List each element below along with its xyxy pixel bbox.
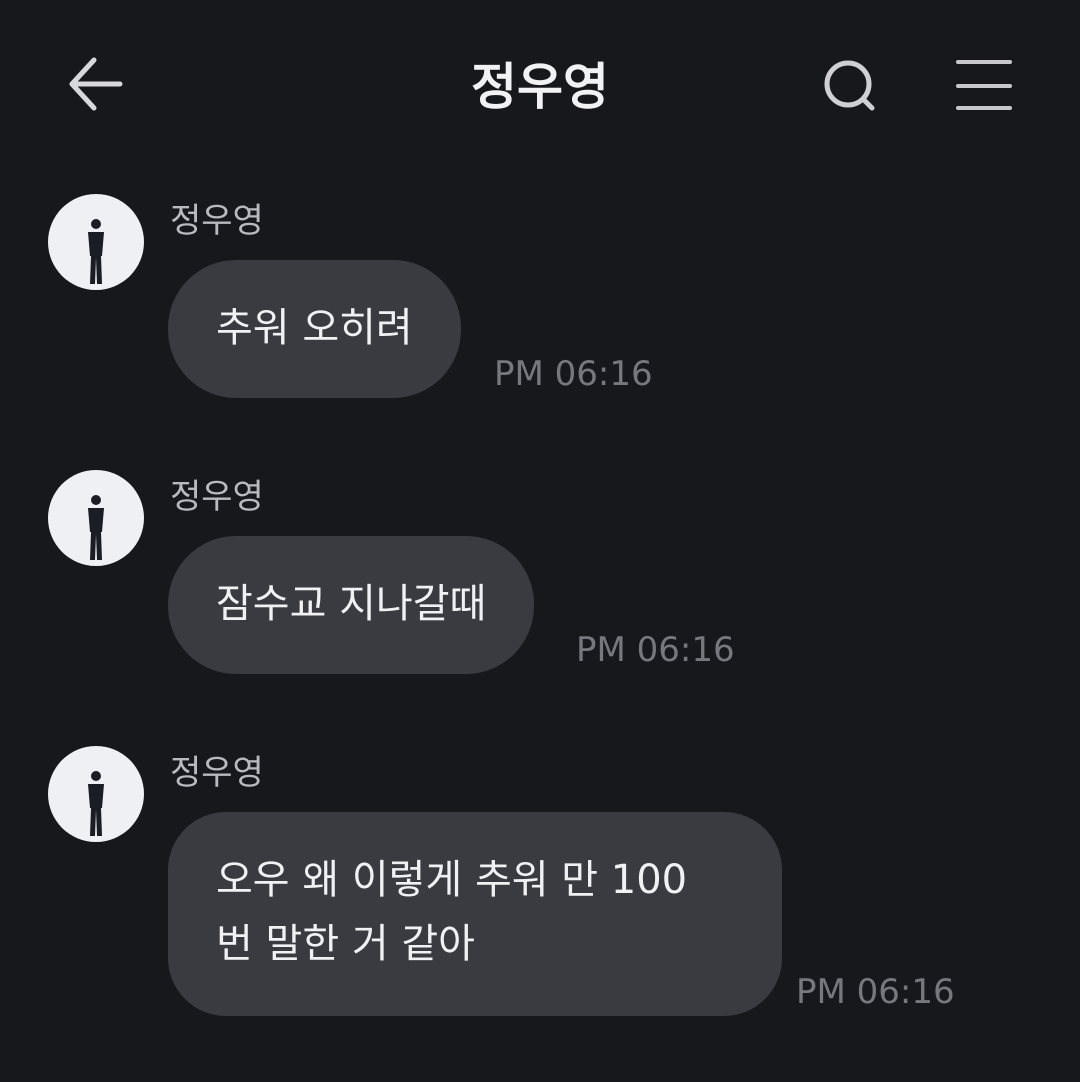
message-bubble[interactable]: 추워 오히려 (168, 260, 461, 398)
message-bubble[interactable]: 잠수교 지나갈때 (168, 536, 535, 674)
arrow-left-icon (69, 57, 123, 111)
search-icon (824, 60, 875, 111)
message-text: 잠수교 지나갈때 (216, 581, 487, 627)
message-bubble[interactable]: 오우 왜 이렇게 추워 만 100 번 말한 거 같아 (168, 812, 782, 1016)
message-item: 정우영 오우 왜 이렇게 추워 만 100 번 말한 거 같아 PM 06:16 (0, 746, 1080, 1026)
message-timestamp: PM 06:16 (576, 630, 735, 670)
hamburger-menu-icon (956, 60, 1012, 110)
back-button[interactable] (62, 50, 130, 118)
chat-header: 정우영 (0, 0, 1080, 170)
menu-button[interactable] (950, 54, 1018, 118)
message-timestamp: PM 06:16 (796, 972, 955, 1012)
search-button[interactable] (818, 54, 882, 118)
person-icon (88, 219, 104, 284)
chat-screen: 정우영 정우영 추워 오히려 PM 06:16 정우영 잠수교 지나갈때 PM … (0, 0, 1080, 1082)
person-icon (88, 495, 104, 560)
page-title: 정우영 (471, 58, 609, 116)
sender-name: 정우영 (170, 753, 264, 793)
sender-name: 정우영 (170, 477, 264, 517)
message-timestamp: PM 06:16 (494, 354, 653, 394)
message-item: 정우영 잠수교 지나갈때 PM 06:16 (0, 470, 1080, 680)
sender-name: 정우영 (170, 201, 264, 241)
message-text-line: 오우 왜 이렇게 추워 만 100 (216, 857, 688, 903)
message-item: 정우영 추워 오히려 PM 06:16 (0, 194, 1080, 404)
avatar[interactable] (48, 470, 144, 566)
message-text: 추워 오히려 (216, 305, 413, 351)
avatar[interactable] (48, 746, 144, 842)
message-text-line: 번 말한 거 같아 (216, 921, 475, 967)
avatar[interactable] (48, 194, 144, 290)
person-icon (88, 771, 104, 836)
